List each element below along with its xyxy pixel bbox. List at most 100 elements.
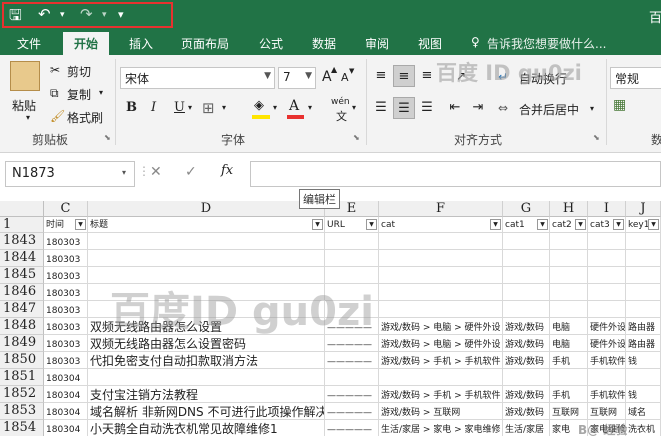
tab-page-layout[interactable]: 页面布局 <box>181 35 229 52</box>
column-header-i[interactable]: I <box>588 201 626 217</box>
cell-cat[interactable] <box>379 267 503 284</box>
cell-cat2[interactable]: 手机 <box>550 352 588 369</box>
row-header[interactable]: 1854 <box>0 420 44 436</box>
phonetic-dropdown-icon[interactable]: ▾ <box>352 103 356 112</box>
cell-cat1[interactable]: 游戏/数码 <box>503 318 550 335</box>
cell-url[interactable] <box>325 250 379 267</box>
cell-cat1[interactable] <box>503 233 550 250</box>
filter-dropdown-icon[interactable]: ▼ <box>366 219 377 230</box>
save-icon[interactable]: 🖫 <box>9 5 22 30</box>
undo-dropdown-icon[interactable]: ▾ <box>60 10 65 20</box>
cell-title[interactable] <box>88 369 325 386</box>
cell-title[interactable]: 小天鹅全自动洗衣机常见故障维修1 <box>88 420 325 436</box>
cell-key1[interactable]: 洗衣机 <box>626 420 661 436</box>
cell-cat2[interactable]: 电脑 <box>550 335 588 352</box>
cell-key1[interactable]: 域名 <box>626 403 661 420</box>
font-color-dropdown-icon[interactable]: ▾ <box>308 103 312 112</box>
name-box[interactable]: N1873 <box>5 161 135 187</box>
filter-dropdown-icon[interactable]: ▼ <box>613 219 624 230</box>
cell-time[interactable]: 180303 <box>44 233 88 250</box>
cell-title[interactable] <box>88 233 325 250</box>
cell-cat1[interactable]: 生活/家居 <box>503 420 550 436</box>
row-header[interactable]: 1843 <box>0 233 44 250</box>
enter-icon[interactable]: ✓ <box>185 164 197 180</box>
cell-url[interactable]: ————— <box>325 403 379 420</box>
cancel-icon[interactable]: ✕ <box>150 164 162 180</box>
bold-button[interactable]: B <box>126 100 137 115</box>
column-header-c[interactable]: C <box>44 201 88 217</box>
column-header-j[interactable]: J <box>626 201 661 217</box>
cell-key1[interactable]: 钱 <box>626 386 661 403</box>
cell-cat2[interactable] <box>550 301 588 318</box>
cell-title[interactable] <box>88 250 325 267</box>
cell-cat3[interactable]: 互联网 <box>588 403 626 420</box>
cell-time[interactable]: 180303 <box>44 335 88 352</box>
cell-cat[interactable] <box>379 250 503 267</box>
cell-cat1[interactable] <box>503 301 550 318</box>
borders-dropdown-icon[interactable]: ▾ <box>222 103 226 112</box>
redo-icon[interactable]: ↷ <box>80 5 93 23</box>
alignment-launcher-icon[interactable]: ⬊ <box>593 133 600 142</box>
cell-key1[interactable]: 路由器 <box>626 318 661 335</box>
cell-url[interactable] <box>325 233 379 250</box>
cell-time[interactable]: 180304 <box>44 420 88 436</box>
shrink-font-icon[interactable]: A <box>341 71 349 84</box>
cell-cat2[interactable] <box>550 267 588 284</box>
cell-cat2[interactable]: 电脑 <box>550 318 588 335</box>
accounting-format-icon[interactable]: ▦ <box>613 97 626 113</box>
row-header[interactable]: 1848 <box>0 318 44 335</box>
paste-dropdown-icon[interactable]: ▾ <box>26 113 30 122</box>
filter-dropdown-icon[interactable]: ▼ <box>648 219 659 230</box>
copy-dropdown-icon[interactable]: ▾ <box>99 88 103 97</box>
formula-input[interactable] <box>250 161 661 187</box>
header-cell-cat1[interactable]: cat1 ▼ <box>503 217 550 233</box>
font-size-select[interactable]: 7 ▼ <box>278 67 316 89</box>
tab-formulas[interactable]: 公式 <box>259 35 283 52</box>
cell-key1[interactable]: 路由器 <box>626 335 661 352</box>
merge-dropdown-icon[interactable]: ▾ <box>590 104 594 113</box>
borders-icon[interactable]: ⊞ <box>202 99 215 117</box>
cell-time[interactable]: 180303 <box>44 267 88 284</box>
filter-dropdown-icon[interactable]: ▼ <box>490 219 501 230</box>
cell-key1[interactable] <box>626 301 661 318</box>
row-header[interactable]: 1853 <box>0 403 44 420</box>
cell-cat3[interactable]: 手机软件 <box>588 352 626 369</box>
column-header-g[interactable]: G <box>503 201 550 217</box>
row-header[interactable]: 1851 <box>0 369 44 386</box>
cell-cat2[interactable] <box>550 369 588 386</box>
font-launcher-icon[interactable]: ⬊ <box>353 133 360 142</box>
cell-title[interactable]: 双频无线路由器怎么设置密码 <box>88 335 325 352</box>
cell-cat3[interactable] <box>588 301 626 318</box>
cell-cat3[interactable] <box>588 369 626 386</box>
cell-cat3[interactable] <box>588 233 626 250</box>
cell-time[interactable]: 180303 <box>44 318 88 335</box>
cell-cat1[interactable]: 游戏/数码 <box>503 352 550 369</box>
cell-cat3[interactable]: 硬件外设 <box>588 318 626 335</box>
cell-url[interactable]: ————— <box>325 420 379 436</box>
cell-key1[interactable] <box>626 369 661 386</box>
fill-color-icon[interactable]: ◈ <box>254 98 264 113</box>
paste-icon[interactable] <box>10 61 40 91</box>
number-format-select[interactable]: 常规 <box>610 67 661 89</box>
row-header[interactable]: 1845 <box>0 267 44 284</box>
cell-url[interactable]: ————— <box>325 335 379 352</box>
increase-indent-icon[interactable]: ⇥ <box>467 97 489 119</box>
cell-key1[interactable] <box>626 233 661 250</box>
cell-time[interactable]: 180303 <box>44 301 88 318</box>
cell-url[interactable] <box>325 369 379 386</box>
cell-cat[interactable]: 游戏/数码 > 电脑 > 硬件外设 <box>379 335 503 352</box>
tab-data[interactable]: 数据 <box>312 35 336 52</box>
filter-dropdown-icon[interactable]: ▼ <box>537 219 548 230</box>
row-header[interactable]: 1846 <box>0 284 44 301</box>
underline-dropdown-icon[interactable]: ▾ <box>188 103 192 112</box>
cell-cat[interactable] <box>379 301 503 318</box>
customize-qat-icon[interactable]: ▾ <box>118 8 124 21</box>
cell-time[interactable]: 180304 <box>44 369 88 386</box>
align-center-icon[interactable]: ☰ <box>393 97 415 119</box>
clipboard-launcher-icon[interactable]: ⬊ <box>104 133 111 142</box>
cell-cat1[interactable] <box>503 267 550 284</box>
header-cell-cat[interactable]: cat ▼ <box>379 217 503 233</box>
cell-cat[interactable] <box>379 369 503 386</box>
cell-url[interactable]: ————— <box>325 386 379 403</box>
row-header[interactable]: 1847 <box>0 301 44 318</box>
